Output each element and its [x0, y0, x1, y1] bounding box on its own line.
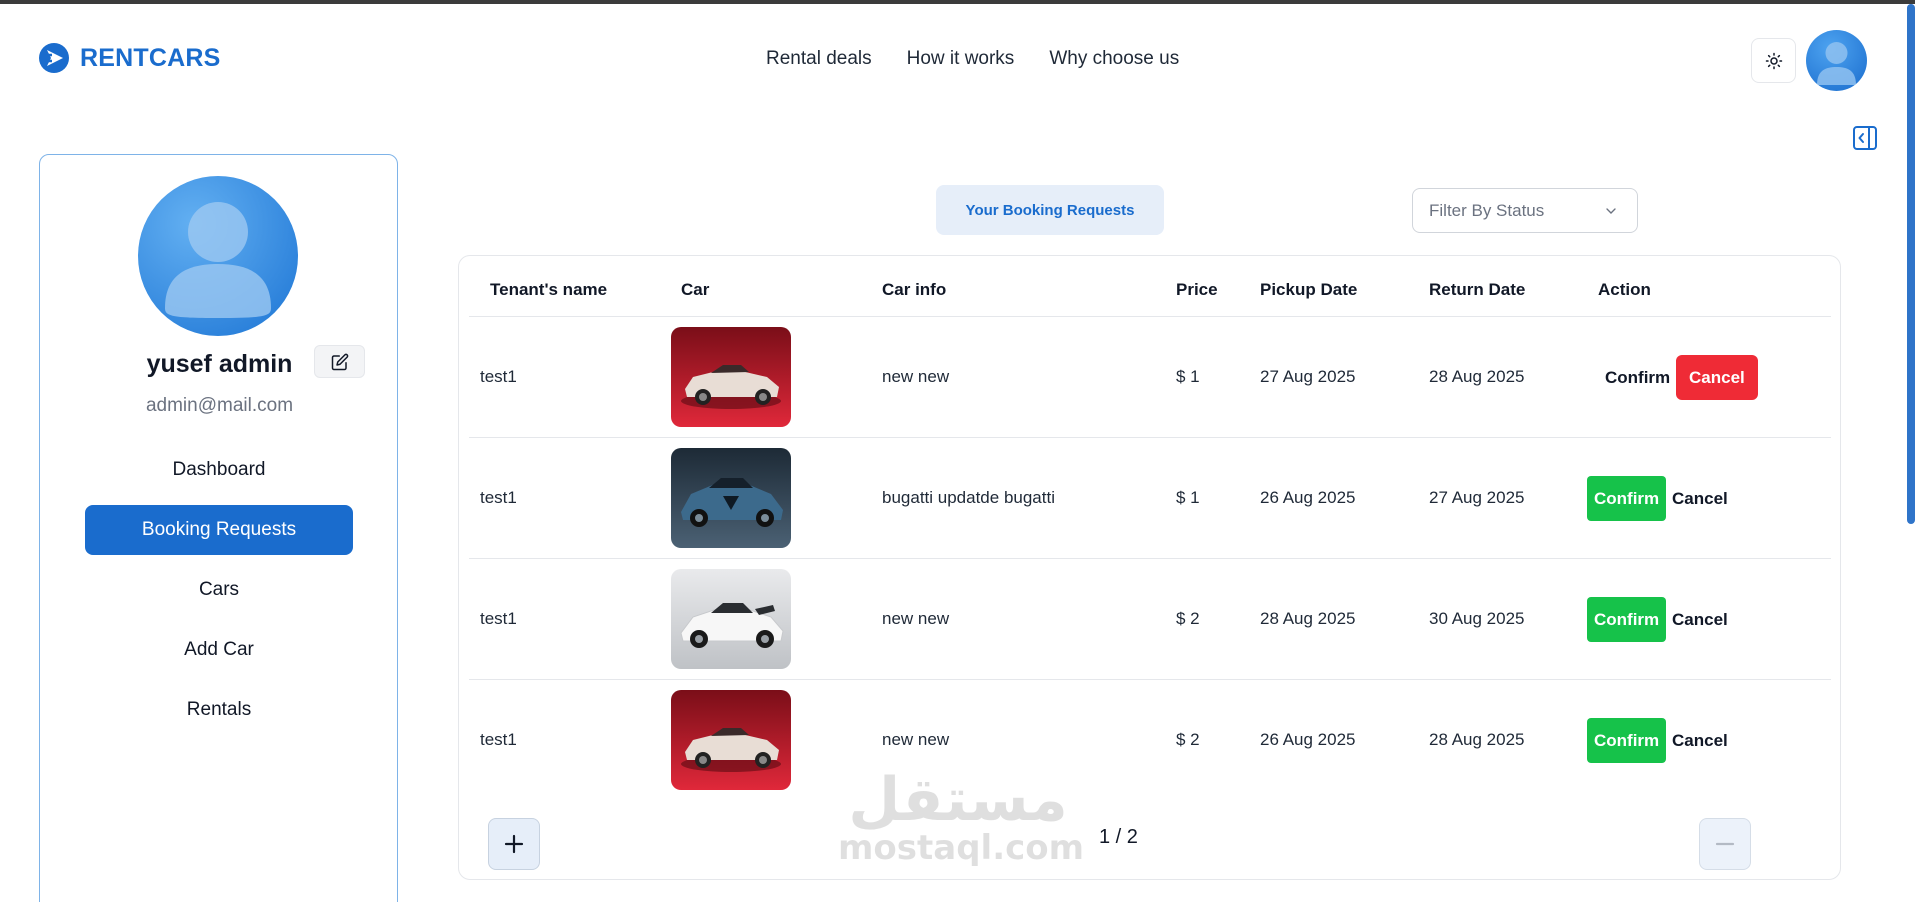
car-image — [671, 327, 791, 427]
edit-profile-button[interactable] — [314, 345, 365, 378]
nav-links: Rental deals How it works Why choose us — [766, 48, 1179, 70]
pagination-plus-button[interactable] — [488, 818, 540, 870]
booking-table: Tenant's name Car Car info Price Pickup … — [458, 255, 1841, 880]
watermark-arabic: مستقل — [848, 765, 1068, 835]
confirm-button[interactable]: Confirm — [1587, 476, 1667, 521]
return-date: 28 Aug 2025 — [1429, 730, 1525, 749]
column-header-action: Action — [1598, 280, 1651, 299]
watermark-latin: mostaql.com — [838, 828, 1085, 868]
column-header-car: Car — [681, 280, 710, 299]
navbar: RENTCARS Rental deals How it works Why c… — [0, 4, 1915, 114]
table-row: test1 new new $ 1 27 Aug 2025 28 Aug 202… — [469, 317, 1831, 438]
cancel-button[interactable]: Cancel — [1676, 355, 1758, 400]
car-image — [671, 569, 791, 669]
nav-link-how-it-works[interactable]: How it works — [907, 48, 1015, 70]
nav-link-why-choose-us[interactable]: Why choose us — [1049, 48, 1179, 70]
pickup-date: 26 Aug 2025 — [1260, 730, 1356, 749]
filter-placeholder: Filter By Status — [1429, 200, 1545, 220]
price: $ 1 — [1176, 488, 1200, 507]
minus-icon — [1715, 842, 1735, 846]
collapse-sidebar-button[interactable] — [1852, 125, 1878, 151]
return-date: 27 Aug 2025 — [1429, 488, 1525, 507]
return-date: 30 Aug 2025 — [1429, 609, 1525, 628]
column-header-price: Price — [1176, 280, 1218, 299]
cancel-button[interactable]: Cancel — [1665, 597, 1735, 642]
column-header-tenant: Tenant's name — [490, 280, 608, 299]
table-row: test1 bugatti updatde bugatti $ 1 26 Aug… — [469, 438, 1831, 559]
tenant-name: test1 — [480, 609, 517, 628]
table-header: Tenant's name Car Car info Price Pickup … — [469, 256, 1831, 317]
pickup-date: 26 Aug 2025 — [1260, 488, 1356, 507]
sidebar-item-rentals[interactable]: Rentals — [85, 685, 353, 735]
filter-status-select[interactable]: Filter By Status — [1412, 188, 1638, 233]
sidebar-collapse-icon — [1853, 126, 1877, 150]
return-date: 28 Aug 2025 — [1429, 367, 1525, 386]
pagination-minus-button[interactable] — [1699, 818, 1751, 870]
confirm-button[interactable]: Confirm — [1587, 718, 1667, 763]
confirm-button[interactable]: Confirm — [1587, 597, 1667, 642]
cancel-button[interactable]: Cancel — [1665, 476, 1735, 521]
sidebar-item-cars[interactable]: Cars — [85, 565, 353, 615]
logo[interactable]: RENTCARS — [38, 42, 221, 74]
profile-email: admin@mail.com — [145, 395, 294, 416]
theme-toggle-button[interactable] — [1751, 38, 1796, 83]
column-header-return-date: Return Date — [1429, 280, 1526, 299]
table-row: test1 new new $ 2 28 Aug 2025 30 Aug 202… — [469, 559, 1831, 680]
tenant-name: test1 — [480, 367, 517, 386]
tab-booking-requests[interactable]: Your Booking Requests — [936, 185, 1164, 235]
pagination-indicator: 1 / 2 — [1099, 826, 1138, 848]
pickup-date: 28 Aug 2025 — [1260, 609, 1356, 628]
logo-text: RENTCARS — [80, 43, 221, 72]
plus-icon — [504, 834, 524, 854]
table-row: test1 new new $ 2 26 Aug 2025 28 Aug 202… — [469, 680, 1831, 801]
logo-icon — [39, 43, 69, 73]
tenant-name: test1 — [480, 488, 517, 507]
sidebar-item-booking-requests[interactable]: Booking Requests — [85, 505, 353, 555]
edit-icon — [331, 353, 348, 370]
price: $ 1 — [1176, 367, 1200, 386]
sidebar-menu: Dashboard Booking Requests Cars Add Car … — [85, 445, 353, 745]
car-image — [671, 690, 791, 790]
price: $ 2 — [1176, 730, 1200, 749]
confirm-button[interactable]: Confirm — [1598, 355, 1677, 400]
car-info: new new — [882, 367, 950, 386]
tenant-name: test1 — [480, 730, 517, 749]
user-icon — [1817, 42, 1856, 85]
profile-avatar — [138, 176, 298, 336]
column-header-pickup-date: Pickup Date — [1260, 280, 1358, 299]
price: $ 2 — [1176, 609, 1200, 628]
car-info: bugatti updatde bugatti — [882, 488, 1055, 507]
chevron-down-icon — [1606, 208, 1616, 214]
watermark: مستقل mostaql.com — [838, 765, 1085, 868]
nav-link-rental-deals[interactable]: Rental deals — [766, 48, 872, 70]
cancel-button[interactable]: Cancel — [1665, 718, 1735, 763]
car-info: new new — [882, 609, 950, 628]
pickup-date: 27 Aug 2025 — [1260, 367, 1356, 386]
sidebar-item-add-car[interactable]: Add Car — [85, 625, 353, 675]
car-image — [671, 448, 791, 548]
sun-icon — [1765, 52, 1782, 69]
sidebar-item-dashboard[interactable]: Dashboard — [85, 445, 353, 495]
table-body: test1 new new $ 1 27 Aug 2025 28 Aug 202… — [469, 317, 1831, 801]
user-avatar[interactable] — [1806, 30, 1867, 91]
car-info: new new — [882, 730, 950, 749]
column-header-car-info: Car info — [882, 280, 947, 299]
user-icon — [165, 202, 271, 318]
sidebar: yusef admin admin@mail.com Dashboard Boo… — [39, 154, 398, 902]
